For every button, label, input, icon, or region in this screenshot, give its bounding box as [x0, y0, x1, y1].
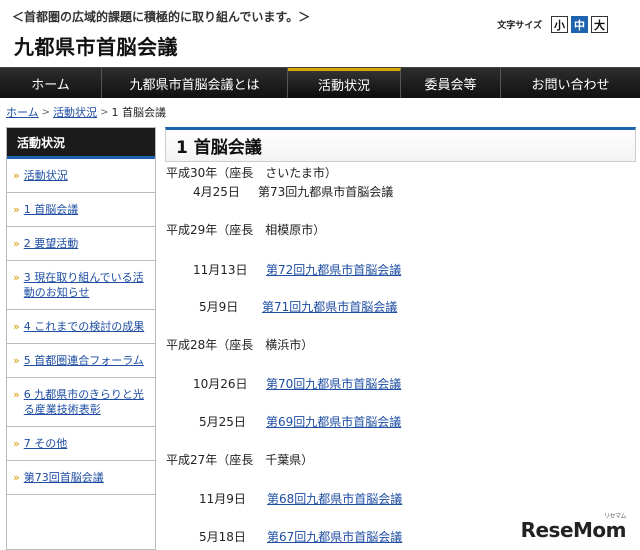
- meeting-title: 第73回九都県市首脳会議: [258, 185, 394, 199]
- sidebar-item-summit[interactable]: » 1 首脳会議: [7, 193, 155, 227]
- sidebar-item-activities[interactable]: » 活動状況: [7, 159, 155, 193]
- sidebar-item-label[interactable]: 3 現在取り組んでいる活動のお知らせ: [24, 270, 149, 300]
- font-size-medium-button[interactable]: 中: [571, 16, 588, 33]
- sidebar-item-label[interactable]: 5 首都圏連合フォーラム: [24, 353, 144, 368]
- meeting-date: 11月13日: [193, 263, 248, 277]
- sidebar-item-other[interactable]: » 7 その他: [7, 427, 155, 461]
- sidebar-item-label[interactable]: 1 首脳会議: [24, 202, 79, 217]
- arrow-icon: »: [13, 354, 20, 367]
- meeting-link[interactable]: 第70回九都県市首脳会議: [266, 375, 401, 392]
- breadcrumb-section-link[interactable]: 活動状況: [53, 104, 97, 120]
- meeting-link[interactable]: 第68回九都県市首脳会議: [267, 490, 402, 507]
- font-size-large-button[interactable]: 大: [591, 16, 608, 33]
- nav-home[interactable]: ホーム: [0, 68, 102, 98]
- sidebar-item-current-activities[interactable]: » 3 現在取り組んでいる活動のお知らせ: [7, 261, 155, 310]
- year-heading: 平成28年（座長 横浜市）: [166, 338, 314, 352]
- sidebar-item-label[interactable]: 2 要望活動: [24, 236, 79, 251]
- breadcrumb-separator-icon: >: [41, 106, 51, 118]
- font-size-label: 文字サイズ: [497, 21, 542, 31]
- meeting-date: 10月26日: [193, 377, 248, 391]
- meeting-link[interactable]: 第71回九都県市首脳会議: [262, 298, 397, 315]
- breadcrumb-separator-icon: >: [100, 106, 109, 118]
- resemom-watermark-logo: リセマム ReseMom: [520, 513, 627, 542]
- sidebar-item-results[interactable]: » 4 これまでの検討の成果: [7, 310, 155, 344]
- arrow-icon: »: [13, 169, 20, 182]
- sidebar: 活動状況 » 活動状況 » 1 首脳会議 » 2 要望活動 » 3 現在取り組んでいる活…: [6, 127, 156, 550]
- font-size-switcher: 文字サイズ 小 中 大: [497, 16, 608, 33]
- nav-committees[interactable]: 委員会等: [401, 68, 501, 98]
- arrow-icon: »: [13, 203, 20, 216]
- arrow-icon: »: [13, 237, 20, 250]
- arrow-icon: »: [13, 388, 20, 401]
- meeting-date: 5月25日: [199, 415, 246, 429]
- meeting-link[interactable]: 第67回九都県市首脳会議: [267, 528, 402, 545]
- sidebar-heading: 活動状況: [7, 128, 155, 159]
- breadcrumb-current: 1 首脳会議: [111, 106, 166, 119]
- breadcrumb: ホーム > 活動状況 > 1 首脳会議: [6, 104, 166, 120]
- sidebar-item-label[interactable]: 4 これまでの検討の成果: [24, 319, 145, 334]
- meeting-date: 5月9日: [199, 300, 239, 314]
- page-heading-box: 1 首脳会議: [165, 127, 636, 162]
- arrow-icon: »: [13, 437, 20, 450]
- year-heading: 平成29年（座長 相模原市）: [166, 223, 326, 237]
- arrow-icon: »: [13, 271, 20, 284]
- site-title[interactable]: 九都県市首脳会議: [14, 31, 178, 60]
- global-nav: ホーム 九都県市首脳会議とは 活動状況 委員会等 お問い合わせ: [0, 67, 640, 98]
- breadcrumb-home-link[interactable]: ホーム: [6, 104, 39, 120]
- sidebar-item-forum[interactable]: » 5 首都圏連合フォーラム: [7, 344, 155, 378]
- arrow-icon: »: [13, 320, 20, 333]
- year-heading: 平成27年（座長 千葉県）: [166, 453, 314, 467]
- meeting-date: 11月9日: [199, 492, 246, 506]
- meeting-date: 4月25日: [193, 185, 240, 199]
- watermark-text: ReseMom: [520, 518, 627, 542]
- nav-contact[interactable]: お問い合わせ: [501, 68, 640, 98]
- sidebar-item-label[interactable]: 第73回首脳会議: [24, 470, 104, 485]
- sidebar-item-label[interactable]: 6 九都県市のきらりと光る産業技術表彰: [24, 387, 149, 417]
- watermark-sub: リセマム: [603, 513, 627, 520]
- year-heading: 平成30年（座長 さいたま市）: [166, 166, 337, 180]
- site-tagline: ＜首都圏の広域的課題に積極的に取り組んでいます。＞: [12, 10, 311, 24]
- meeting-date: 5月18日: [199, 530, 246, 544]
- sidebar-item-requests[interactable]: » 2 要望活動: [7, 227, 155, 261]
- page-title: 1 首脳会議: [176, 138, 262, 158]
- meeting-link[interactable]: 第69回九都県市首脳会議: [266, 413, 401, 430]
- sidebar-item-awards[interactable]: » 6 九都県市のきらりと光る産業技術表彰: [7, 378, 155, 427]
- nav-about[interactable]: 九都県市首脳会議とは: [102, 68, 288, 98]
- sidebar-item-label[interactable]: 活動状況: [24, 168, 68, 183]
- sidebar-item-summit-73[interactable]: » 第73回首脳会議: [7, 461, 155, 495]
- font-size-small-button[interactable]: 小: [551, 16, 568, 33]
- meeting-link[interactable]: 第72回九都県市首脳会議: [266, 261, 401, 278]
- arrow-icon: »: [13, 471, 20, 484]
- nav-activities[interactable]: 活動状況: [288, 68, 401, 98]
- sidebar-item-label[interactable]: 7 その他: [24, 436, 68, 451]
